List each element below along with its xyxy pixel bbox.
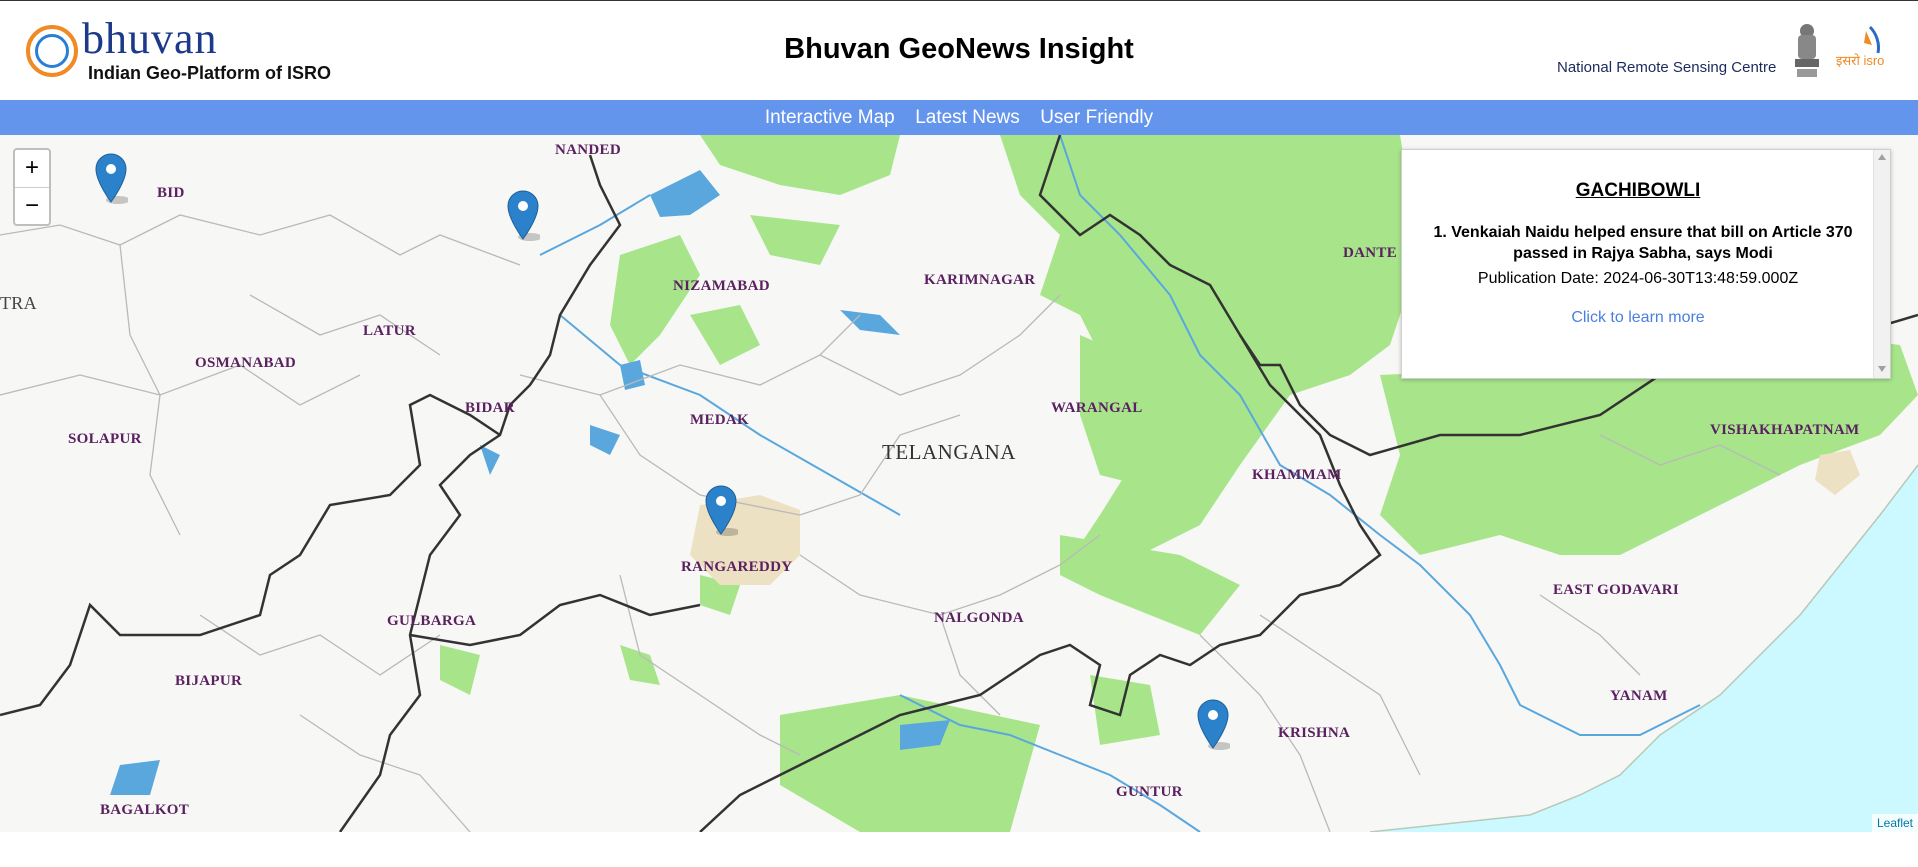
isro-logo-text: इसरो isro bbox=[1836, 53, 1885, 68]
place-label: KRISHNA bbox=[1278, 725, 1351, 741]
place-label: VISHAKHAPATNAM bbox=[1710, 422, 1860, 438]
place-label: KARIMNAGAR bbox=[924, 272, 1036, 288]
place-label: RANGAREDDY bbox=[681, 559, 793, 575]
site-header: bhuvan Indian Geo-Platform of ISRO Bhuva… bbox=[0, 1, 1918, 100]
scroll-up-icon[interactable] bbox=[1878, 154, 1886, 160]
state-emblem-icon bbox=[1795, 24, 1819, 77]
place-label: GUNTUR bbox=[1116, 784, 1183, 800]
leaflet-attribution-link[interactable]: Leaflet bbox=[1871, 814, 1918, 832]
map-marker-icon[interactable] bbox=[1196, 698, 1230, 750]
zoom-out-button[interactable]: − bbox=[15, 188, 49, 225]
learn-more-link[interactable]: Click to learn more bbox=[1402, 309, 1874, 327]
interactive-map[interactable]: NANDED BID NIZAMABAD KARIMNAGAR DANTE LA… bbox=[0, 135, 1918, 832]
place-label: NANDED bbox=[555, 142, 621, 158]
news-popup: GACHIBOWLI 1. Venkaiah Naidu helped ensu… bbox=[1401, 149, 1891, 379]
place-label: BIDAR bbox=[465, 400, 515, 416]
state-label: TELANGANA bbox=[882, 440, 1016, 464]
nav-user-friendly[interactable]: User Friendly bbox=[1040, 100, 1153, 135]
place-label: EAST GODAVARI bbox=[1553, 582, 1680, 598]
isro-logo: इसरो isro bbox=[1836, 23, 1900, 79]
org-name: National Remote Sensing Centre bbox=[1557, 59, 1777, 76]
nav-latest-news[interactable]: Latest News bbox=[915, 100, 1020, 135]
popup-publication-date: Publication Date: 2024-06-30T13:48:59.00… bbox=[1477, 270, 1799, 287]
popup-scrollbar[interactable] bbox=[1873, 150, 1890, 378]
place-label: BID bbox=[157, 185, 185, 201]
place-label: YANAM bbox=[1610, 688, 1668, 704]
main-nav: Interactive Map Latest News User Friendl… bbox=[0, 100, 1918, 135]
map-marker-icon[interactable] bbox=[94, 152, 128, 204]
place-label: DANTE bbox=[1343, 245, 1398, 261]
place-label: LATUR bbox=[363, 323, 416, 339]
place-label: NIZAMABAD bbox=[673, 278, 770, 294]
zoom-control: + − bbox=[13, 148, 51, 226]
logo-subtitle: Indian Geo-Platform of ISRO bbox=[88, 63, 332, 83]
place-label: BIJAPUR bbox=[175, 673, 243, 689]
place-label: BAGALKOT bbox=[100, 802, 190, 818]
zoom-in-button[interactable]: + bbox=[15, 150, 49, 188]
place-label: SOLAPUR bbox=[68, 431, 142, 447]
place-label: MEDAK bbox=[690, 412, 749, 428]
place-label: WARANGAL bbox=[1051, 400, 1143, 416]
popup-title: GACHIBOWLI bbox=[1575, 180, 1701, 201]
scroll-down-icon[interactable] bbox=[1878, 366, 1886, 372]
place-label: OSMANABAD bbox=[195, 355, 297, 371]
map-marker-icon[interactable] bbox=[506, 189, 540, 241]
popup-news-headline: 1. Venkaiah Naidu helped ensure that bil… bbox=[1433, 224, 1853, 262]
place-label: NALGONDA bbox=[934, 610, 1024, 626]
place-label: GULBARGA bbox=[387, 613, 477, 629]
nav-interactive-map[interactable]: Interactive Map bbox=[765, 100, 895, 135]
edge-state-label: TRA bbox=[0, 293, 37, 313]
map-marker-icon[interactable] bbox=[704, 484, 738, 536]
place-label: KHAMMAM bbox=[1252, 467, 1342, 483]
